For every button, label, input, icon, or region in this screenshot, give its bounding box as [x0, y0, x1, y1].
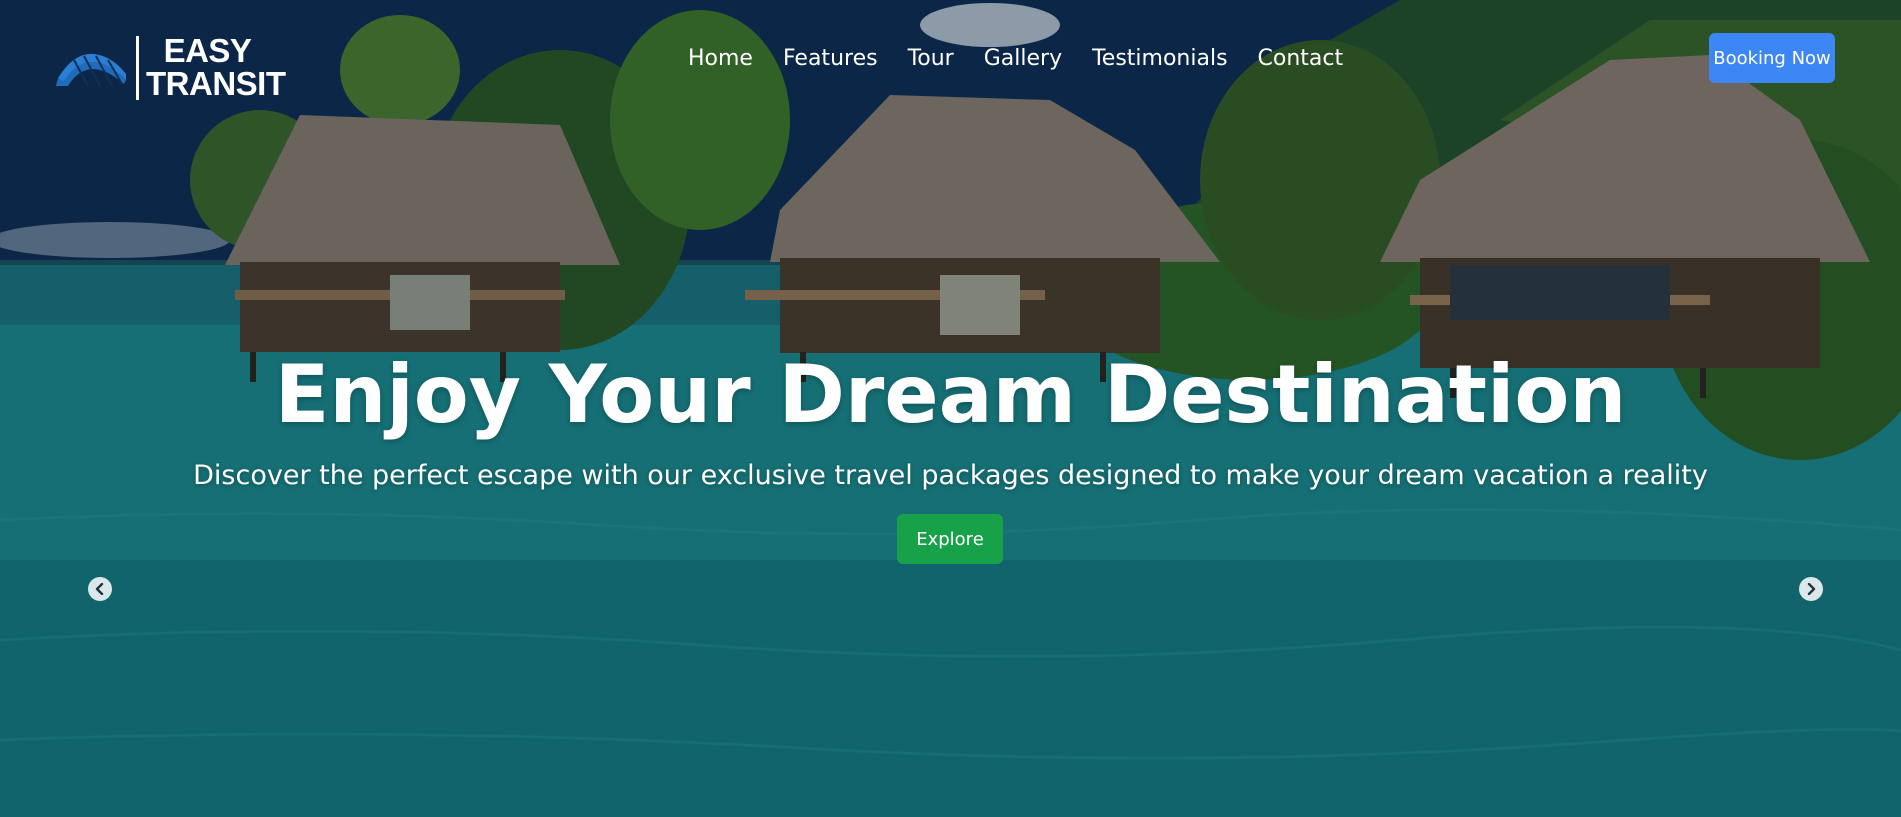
nav-tour[interactable]: Tour	[908, 45, 954, 73]
brand-name-line2: TRANSIT	[146, 65, 286, 102]
nav-contact[interactable]: Contact	[1258, 45, 1344, 73]
brand-name: EASY TRANSIT	[146, 32, 286, 102]
nav-home[interactable]: Home	[688, 45, 753, 73]
brand-name-line1: EASY	[163, 32, 252, 69]
booking-now-button[interactable]: Booking Now	[1709, 33, 1835, 83]
carousel-next-button[interactable]	[1799, 577, 1823, 601]
logo-divider	[136, 36, 139, 100]
wave-stripes-logo-icon	[56, 53, 126, 86]
nav-features[interactable]: Features	[783, 45, 878, 73]
hero-subtitle: Discover the perfect escape with our exc…	[193, 460, 1708, 491]
main-nav: Home Features Tour Gallery Testimonials …	[688, 45, 1343, 73]
nav-gallery[interactable]: Gallery	[984, 45, 1062, 73]
brand-logo[interactable]: EASY TRANSIT	[54, 32, 286, 102]
chevron-left-icon	[95, 583, 104, 595]
nav-testimonials[interactable]: Testimonials	[1092, 45, 1227, 73]
carousel-prev-button[interactable]	[88, 577, 112, 601]
explore-button[interactable]: Explore	[897, 514, 1003, 564]
hero-section: EASY TRANSIT Home Features Tour Gallery …	[0, 0, 1901, 817]
chevron-right-icon	[1807, 583, 1816, 595]
hero-title: Enjoy Your Dream Destination	[274, 348, 1627, 441]
